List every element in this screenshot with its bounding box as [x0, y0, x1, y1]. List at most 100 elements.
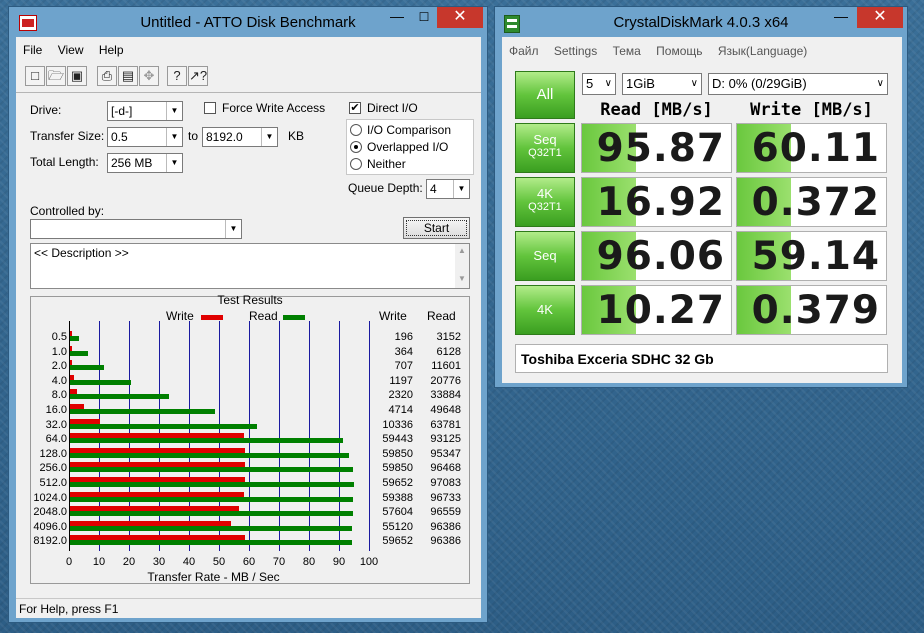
new-icon[interactable]: □	[25, 66, 45, 86]
total-length-value: 256 MB	[111, 156, 153, 170]
write-header: Write [MB/s]	[750, 100, 873, 120]
test-button-3[interactable]: 4K	[515, 285, 575, 335]
transfer-to-select[interactable]: 8192.0 ▼	[202, 127, 278, 147]
description-scrollbar[interactable]: ▲ ▼	[455, 244, 469, 288]
cdm-menu-settings[interactable]: Settings	[554, 44, 597, 58]
cdm-menu-language[interactable]: Язык(Language)	[718, 44, 807, 58]
print-icon[interactable]: ⎙	[97, 66, 117, 86]
comment-text: Toshiba Exceria SDHC 32 Gb	[521, 351, 714, 367]
menu-file[interactable]: File	[23, 43, 42, 57]
controlled-by-select[interactable]: ▼	[30, 219, 242, 239]
read-bar	[70, 423, 257, 429]
read-bar	[70, 496, 354, 502]
read-result-cell: 16.92	[581, 177, 732, 227]
grid-line	[279, 321, 280, 551]
read-bar	[70, 365, 104, 371]
force-write-checkbox[interactable]	[204, 102, 216, 114]
write-value: 707	[394, 360, 413, 373]
menu-help[interactable]: Help	[99, 43, 124, 57]
count-value: 5	[586, 76, 594, 91]
write-value: 2320	[388, 389, 413, 402]
total-length-select[interactable]: 256 MB ▼	[107, 153, 183, 173]
cdm-menu-file[interactable]: Файл	[509, 44, 539, 58]
io-comparison-radio[interactable]	[350, 124, 362, 136]
move-icon[interactable]: ✥	[139, 66, 159, 86]
maximize-button[interactable]: ☐	[411, 7, 437, 28]
print-preview-icon[interactable]: ▤	[118, 66, 138, 86]
controlled-by-label: Controlled by:	[30, 204, 105, 218]
write-result-cell: 0.379	[736, 285, 887, 335]
cdm-client: Файл Settings Тема Помощь Язык(Language)…	[502, 37, 902, 383]
all-label: All	[536, 86, 554, 103]
cdm-menu-theme[interactable]: Тема	[613, 44, 641, 58]
menu-view[interactable]: View	[58, 43, 84, 57]
read-value: 96559	[430, 506, 461, 519]
x-tick-label: 100	[359, 556, 379, 568]
minimize-button[interactable]: —	[384, 7, 410, 28]
cdm-close-button[interactable]: ✕	[857, 7, 903, 28]
description-box[interactable]: << Description >> ▲ ▼	[30, 243, 470, 289]
drive-label: Drive:	[30, 103, 62, 117]
toolbar: □ 🗁 ▣ ⎙ ▤ ✥ ? ↗?	[23, 63, 233, 89]
y-tick-label: 4096.0	[33, 520, 67, 533]
x-tick-label: 60	[242, 556, 256, 568]
cdm-app-icon[interactable]	[504, 15, 520, 33]
write-value: 59388	[382, 491, 413, 504]
overlapped-io-label: Overlapped I/O	[367, 140, 449, 154]
direct-io-label: Direct I/O	[367, 101, 418, 115]
test-button-2[interactable]: Seq	[515, 231, 575, 281]
y-tick-label: 512.0	[39, 477, 67, 489]
count-select[interactable]: 5 ∨	[582, 73, 616, 95]
chevron-down-icon: ▼	[166, 128, 182, 146]
results-panel: Test Results Write Read Write Read 0 10 20…	[30, 293, 470, 584]
help-icon[interactable]: ?	[167, 66, 187, 86]
read-bar	[70, 467, 353, 473]
read-value: 96468	[430, 462, 461, 475]
test-label: Seq	[533, 132, 557, 147]
queue-depth-select[interactable]: 4 ▼	[426, 179, 470, 199]
cdm-minimize-button[interactable]: —	[828, 7, 854, 28]
x-axis-label: Transfer Rate - MB / Sec	[147, 570, 280, 584]
chevron-down-icon: ∨	[876, 78, 884, 89]
transfer-from-select[interactable]: 0.5 ▼	[107, 127, 183, 147]
write-value: 59652	[382, 477, 413, 489]
read-result-cell: 10.27	[581, 285, 732, 335]
total-length-label: Total Length:	[30, 155, 99, 169]
overlapped-io-radio[interactable]	[350, 141, 362, 153]
x-tick-label: 10	[92, 556, 106, 568]
all-button[interactable]: All	[515, 71, 575, 119]
y-tick-label: 8192.0	[33, 535, 67, 548]
drive-select[interactable]: [-d-] ▼	[107, 101, 183, 121]
chevron-down-icon: ∨	[690, 78, 698, 89]
read-result-cell: 96.06	[581, 231, 732, 281]
comment-field[interactable]: Toshiba Exceria SDHC 32 Gb	[515, 344, 888, 373]
context-help-icon[interactable]: ↗?	[188, 66, 208, 86]
grid-line	[339, 321, 340, 551]
cdm-menu-help[interactable]: Помощь	[656, 44, 702, 58]
write-value: 1197	[389, 374, 413, 387]
y-tick-label: 1.0	[51, 345, 67, 358]
queue-depth-value: 4	[430, 182, 437, 196]
size-select[interactable]: 1GiB ∨	[622, 73, 702, 95]
neither-radio[interactable]	[350, 158, 362, 170]
test-label: 4K	[537, 302, 553, 317]
atto-app-icon[interactable]	[19, 15, 37, 31]
read-value: 6128	[436, 345, 461, 358]
start-button[interactable]: Start	[403, 217, 470, 239]
read-value: 96733	[430, 491, 461, 504]
close-button[interactable]: ✕	[437, 7, 483, 28]
test-button-0[interactable]: Seq Q32T1	[515, 123, 575, 173]
y-tick-label: 128.0	[39, 447, 67, 460]
y-tick-label: 4.0	[51, 374, 67, 387]
write-value: 55120	[382, 520, 413, 533]
read-bar	[70, 438, 343, 444]
cdm-title-bar[interactable]: CrystalDiskMark 4.0.3 x64 — ✕	[495, 7, 907, 37]
test-button-1[interactable]: 4K Q32T1	[515, 177, 575, 227]
atto-title-bar[interactable]: Untitled - ATTO Disk Benchmark — ☐ ✕	[9, 7, 487, 37]
save-icon[interactable]: ▣	[67, 66, 87, 86]
read-result-value: 96.06	[596, 234, 725, 279]
read-value: 11601	[431, 360, 461, 373]
drive-select-cdm[interactable]: D: 0% (0/29GiB) ∨	[708, 73, 888, 95]
open-icon[interactable]: 🗁	[46, 66, 66, 86]
direct-io-checkbox[interactable]: ✔	[349, 102, 361, 114]
